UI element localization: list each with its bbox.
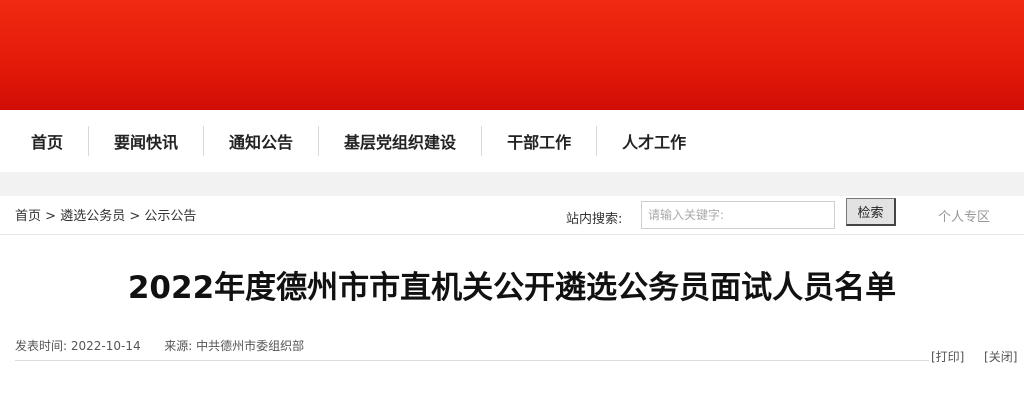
nav-item-talent-work[interactable]: 人才工作 <box>596 126 711 156</box>
divider-band <box>0 172 1024 196</box>
breadcrumb: 首页 > 遴选公务员 > 公示公告 <box>15 205 196 224</box>
meta-divider <box>15 360 929 361</box>
nav-item-news[interactable]: 要闻快讯 <box>88 126 203 156</box>
article-title: 2022年度德州市市直机关公开遴选公务员面试人员名单 <box>127 270 897 306</box>
search-button[interactable]: 检索 <box>846 198 896 226</box>
nav-item-home[interactable]: 首页 <box>0 126 88 156</box>
header-banner <box>0 0 1024 110</box>
nav-item-notices[interactable]: 通知公告 <box>203 126 318 156</box>
nav-item-cadre-work[interactable]: 干部工作 <box>481 126 596 156</box>
print-link[interactable]: [打印] <box>931 350 964 364</box>
breadcrumb-separator: > <box>129 209 145 224</box>
personal-area-link[interactable]: 个人专区 <box>938 206 990 225</box>
breadcrumb-home[interactable]: 首页 <box>15 209 41 224</box>
search-label: 站内搜索: <box>566 212 623 227</box>
article-tools: [打印] [关闭] <box>931 348 1017 365</box>
article-meta: 发表时间: 2022-10-14 来源: 中共德州市委组织部 <box>15 337 304 354</box>
source-value: 中共德州市委组织部 <box>196 339 305 353</box>
nav-item-party-building[interactable]: 基层党组织建设 <box>318 126 481 156</box>
breadcrumb-separator: > <box>45 209 61 224</box>
source-label: 来源: <box>164 339 193 353</box>
breadcrumb-bar: 首页 > 遴选公务员 > 公示公告 站内搜索: 检索 个人专区 <box>0 196 1024 235</box>
published-label: 发表时间: <box>15 339 68 353</box>
breadcrumb-announcements[interactable]: 公示公告 <box>144 209 196 224</box>
breadcrumb-selection[interactable]: 遴选公务员 <box>60 209 125 224</box>
search-input[interactable] <box>641 201 835 229</box>
close-link[interactable]: [关闭] <box>984 350 1017 364</box>
published-date: 2022-10-14 <box>70 339 141 353</box>
main-nav: 首页 要闻快讯 通知公告 基层党组织建设 干部工作 人才工作 <box>0 110 1024 173</box>
